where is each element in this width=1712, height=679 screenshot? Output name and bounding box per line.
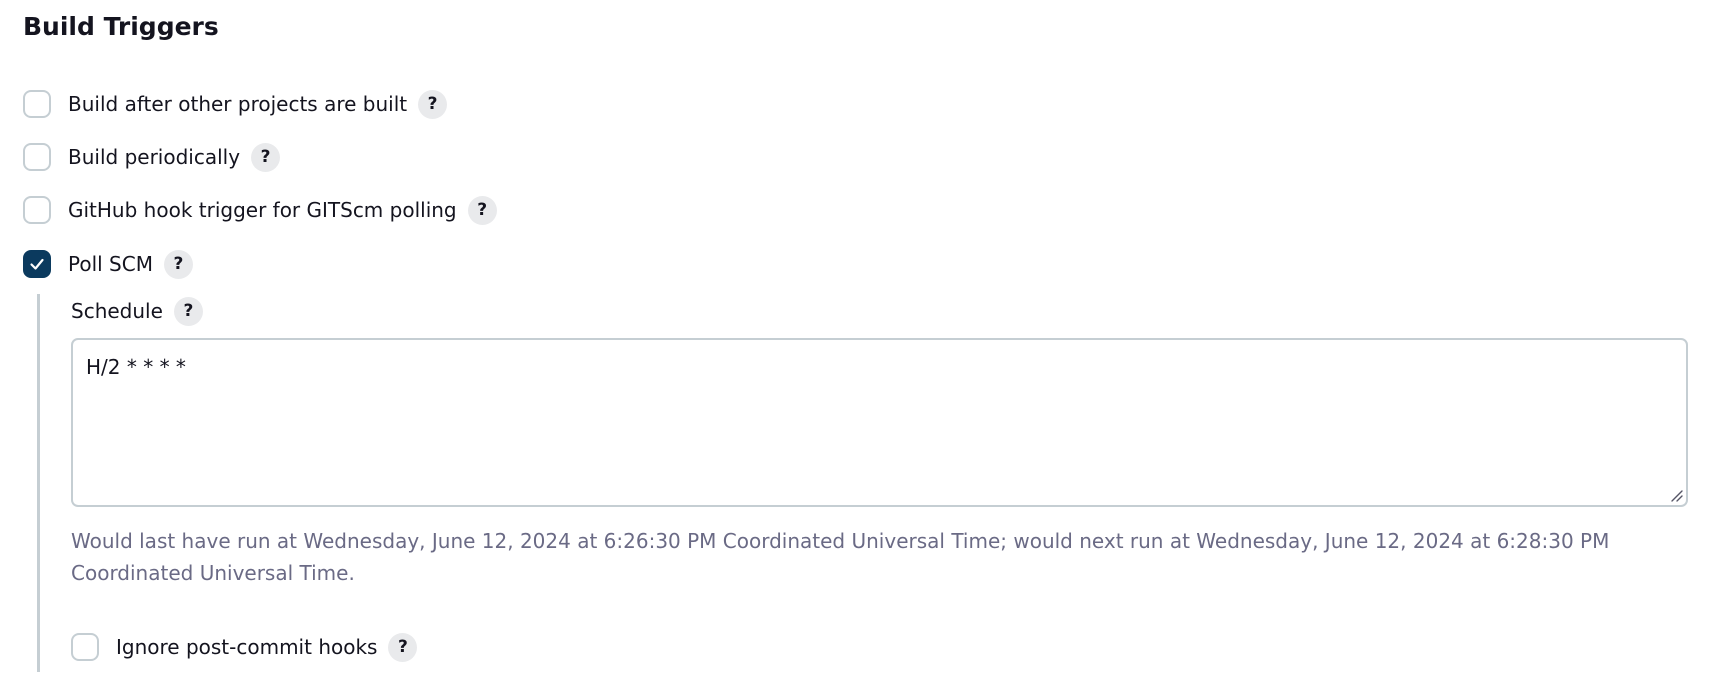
ignore-post-commit-hooks-option: Ignore post-commit hooks ?	[71, 630, 418, 664]
poll-scm-label: Poll SCM	[68, 252, 153, 276]
section-title: Build Triggers	[23, 12, 219, 41]
nested-section-rule	[37, 294, 40, 672]
help-icon[interactable]: ?	[251, 142, 281, 172]
trigger-poll-scm: Poll SCM ?	[23, 247, 193, 281]
trigger-build-after-other-projects: Build after other projects are built ?	[23, 87, 448, 121]
poll-scm-checkbox[interactable]	[23, 250, 51, 278]
help-icon[interactable]: ?	[388, 632, 418, 662]
schedule-hint-text: Would last have run at Wednesday, June 1…	[71, 529, 1610, 585]
schedule-label: Schedule	[71, 299, 163, 323]
checkmark-icon	[30, 258, 44, 270]
build-triggers-panel: Build Triggers Build after other project…	[0, 0, 1712, 679]
ignore-post-commit-hooks-checkbox[interactable]	[71, 633, 99, 661]
help-icon[interactable]: ?	[163, 249, 193, 279]
help-icon[interactable]: ?	[467, 195, 497, 225]
github-hook-label: GitHub hook trigger for GITScm polling	[68, 198, 457, 222]
schedule-field-header: Schedule ?	[71, 294, 203, 328]
ignore-post-commit-hooks-label: Ignore post-commit hooks	[116, 635, 378, 659]
schedule-textarea-container	[71, 338, 1688, 507]
build-periodically-label: Build periodically	[68, 145, 241, 169]
build-periodically-checkbox[interactable]	[23, 143, 51, 171]
build-after-other-projects-label: Build after other projects are built	[68, 92, 408, 116]
build-after-other-projects-checkbox[interactable]	[23, 90, 51, 118]
github-hook-checkbox[interactable]	[23, 196, 51, 224]
help-icon[interactable]: ?	[418, 89, 448, 119]
resize-handle-icon[interactable]	[1669, 488, 1683, 502]
help-icon[interactable]: ?	[173, 296, 203, 326]
trigger-github-hook: GitHub hook trigger for GITScm polling ?	[23, 193, 497, 227]
trigger-build-periodically: Build periodically ?	[23, 140, 281, 174]
schedule-textarea[interactable]	[73, 340, 1686, 505]
